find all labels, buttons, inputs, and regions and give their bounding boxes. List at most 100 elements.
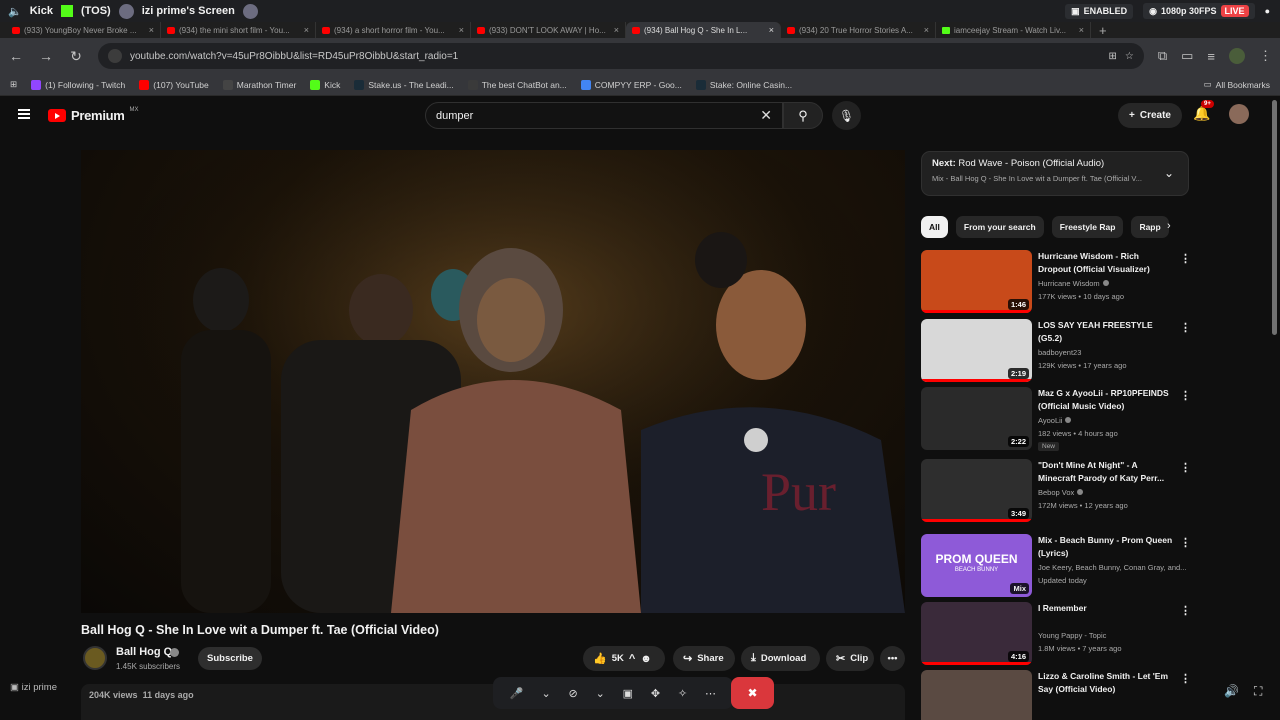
recommended-video[interactable]: 1:46 Hurricane Wisdom - Rich Dropout (Off… xyxy=(921,250,1191,314)
media-icon[interactable]: ≡ xyxy=(1207,49,1215,64)
search-input[interactable]: dumper ✕ xyxy=(425,102,783,129)
clear-search-icon[interactable]: ✕ xyxy=(760,107,772,124)
recommended-video[interactable]: 4:16 I Remember Young Pappy - Topic 1.8M vi… xyxy=(921,602,1191,666)
recommended-channel[interactable]: badboyent23 xyxy=(1038,348,1188,357)
bookmark-item[interactable]: Stake: Online Casin... xyxy=(695,79,792,90)
browser-tab[interactable]: (934) 20 True Horror Stories A... × xyxy=(781,22,936,38)
recommended-channel[interactable]: Hurricane Wisdom xyxy=(1038,279,1188,288)
chevron-right-icon[interactable]: › xyxy=(1167,220,1171,232)
bookmark-item[interactable]: Stake.us - The Leadi... xyxy=(354,79,454,90)
camera-off-icon[interactable]: ⊘ xyxy=(569,687,578,700)
more-options-icon[interactable]: ⋮ xyxy=(1180,672,1191,685)
more-options-icon[interactable]: ⋮ xyxy=(1180,604,1191,617)
bookmark-item[interactable]: Kick xyxy=(310,79,340,90)
filter-chip[interactable]: All xyxy=(921,216,948,238)
browser-tab[interactable]: (933) YoungBoy Never Broke ... × xyxy=(6,22,161,38)
chevron-down-icon[interactable]: ⌄ xyxy=(1164,166,1174,180)
back-icon[interactable]: ← xyxy=(8,48,24,64)
participants-icon[interactable]: ☻ xyxy=(640,653,652,665)
bookmark-item[interactable]: COMPYY ERP - Goo... xyxy=(580,79,682,90)
bookmark-item[interactable]: (1) Following - Twitch xyxy=(31,79,125,90)
share-screen-icon[interactable]: ▣ xyxy=(623,687,633,700)
recommended-channel[interactable]: Bebop Vox xyxy=(1038,488,1188,497)
video-thumbnail[interactable] xyxy=(921,670,1032,720)
search-button[interactable]: ⚲ xyxy=(783,102,823,129)
sidepanel-icon[interactable]: ▭ xyxy=(1181,48,1193,64)
recommended-video[interactable]: Lizzo & Caroline Smith - Let 'Em Say (Of… xyxy=(921,670,1191,720)
video-thumbnail[interactable]: PROM QUEEN BEACH BUNNY Mix xyxy=(921,534,1032,597)
scrollbar[interactable] xyxy=(1272,100,1277,335)
activities-icon[interactable]: ✥ xyxy=(651,687,660,700)
recommended-channel[interactable]: Joe Keery, Beach Bunny, Conan Gray, and.… xyxy=(1038,563,1188,572)
all-bookmarks[interactable]: ▭ All Bookmarks xyxy=(1204,79,1270,90)
recommended-video[interactable]: 3:49 "Don't Mine At Night" - A Minecraft … xyxy=(921,459,1191,523)
browser-tab[interactable]: (934) Ball Hog Q - She In L... × xyxy=(626,22,781,38)
up-next-card[interactable]: Next: Rod Wave - Poison (Official Audio)… xyxy=(921,151,1189,196)
recommended-video[interactable]: PROM QUEEN BEACH BUNNY Mix Mix - Beach Bunn… xyxy=(921,534,1191,598)
more-options-icon[interactable]: ⋮ xyxy=(1180,252,1191,265)
site-info-icon[interactable] xyxy=(108,49,122,63)
microphone-icon[interactable]: 🎤 xyxy=(510,687,524,700)
close-tab-icon[interactable]: × xyxy=(614,25,619,35)
quality-pill[interactable]: ◉ 1080p 30FPS LIVE xyxy=(1143,3,1255,19)
channel-avatar[interactable] xyxy=(83,646,107,670)
install-icon[interactable]: ⊞ xyxy=(1108,51,1116,62)
create-button[interactable]: + Create xyxy=(1118,103,1182,128)
enabled-pill[interactable]: ▣ ENABLED xyxy=(1065,3,1134,19)
user-avatar[interactable] xyxy=(1229,104,1249,124)
chat-icon[interactable]: ● xyxy=(1265,6,1270,16)
download-button[interactable]: ⤓ Download xyxy=(741,646,820,671)
clip-button[interactable]: ✂ Clip xyxy=(826,646,874,671)
url-field[interactable]: youtube.com/watch?v=45uPr8OibbU&list=RD4… xyxy=(98,43,1144,69)
youtube-logo[interactable]: Premium MX xyxy=(48,107,139,123)
browser-tab[interactable]: (933) DON'T LOOK AWAY | Ho... × xyxy=(471,22,626,38)
star-icon[interactable]: ☆ xyxy=(1125,51,1134,62)
fullscreen-icon[interactable]: ⛶ xyxy=(1254,684,1262,699)
more-options-icon[interactable]: ⋮ xyxy=(1180,321,1191,334)
profile-avatar[interactable] xyxy=(1229,48,1245,64)
more-actions-button[interactable]: ••• xyxy=(880,646,905,671)
filter-chip[interactable]: Freestyle Rap xyxy=(1051,216,1124,238)
video-thumbnail[interactable]: 1:46 xyxy=(921,250,1032,313)
hamburger-menu-icon[interactable] xyxy=(18,109,30,119)
share-button[interactable]: ↪ Share xyxy=(673,646,735,671)
browser-tab[interactable]: (934) the mini short film - You... × xyxy=(161,22,316,38)
volume-icon[interactable]: 🔈 xyxy=(8,5,22,18)
mic-options-icon[interactable]: ⌄ xyxy=(541,687,550,700)
more-options-icon[interactable]: ⋮ xyxy=(1180,461,1191,474)
menu-icon[interactable]: ⋮ xyxy=(1259,48,1272,64)
video-player[interactable]: Pur xyxy=(81,150,905,613)
recommended-channel[interactable]: Young Pappy - Topic xyxy=(1038,631,1188,640)
more-options-icon[interactable]: ⋮ xyxy=(1180,536,1191,549)
speaker-icon[interactable]: 🔊 xyxy=(1224,684,1239,698)
voice-search-button[interactable]: 🎙 xyxy=(832,101,861,130)
end-call-button[interactable]: ✖ xyxy=(731,677,774,709)
video-thumbnail[interactable]: 3:49 xyxy=(921,459,1032,522)
reload-icon[interactable]: ↻ xyxy=(68,48,84,65)
recommended-video[interactable]: 2:22 Maz G x AyooLii - RP10PFEINDS (Offic… xyxy=(921,387,1191,451)
bookmark-item[interactable]: (107) YouTube xyxy=(139,79,209,90)
more-options-icon[interactable]: ⋮ xyxy=(1180,389,1191,402)
filter-chip[interactable]: From your search xyxy=(955,216,1044,238)
browser-tab[interactable]: (934) a short horror film - You... × xyxy=(316,22,471,38)
recommended-video[interactable]: 2:19 LOS SAY YEAH FREESTYLE (G5.2) badboye… xyxy=(921,319,1191,383)
soundboard-icon[interactable]: ✧ xyxy=(678,687,687,700)
subscribe-button[interactable]: Subscribe xyxy=(198,647,262,670)
video-thumbnail[interactable]: 2:22 xyxy=(921,387,1032,450)
close-tab-icon[interactable]: × xyxy=(149,25,154,35)
extensions-icon[interactable]: ⧉ xyxy=(1158,48,1167,64)
apps-icon[interactable]: ⊞ xyxy=(10,79,17,90)
video-thumbnail[interactable]: 4:16 xyxy=(921,602,1032,665)
recommended-channel[interactable]: AyooLii xyxy=(1038,416,1188,425)
more-options-icon[interactable]: ⋯ xyxy=(705,687,716,700)
close-tab-icon[interactable]: × xyxy=(304,25,309,35)
close-tab-icon[interactable]: × xyxy=(924,25,929,35)
close-tab-icon[interactable]: × xyxy=(459,25,464,35)
new-tab-button[interactable]: + xyxy=(1091,23,1115,38)
camera-options-icon[interactable]: ⌄ xyxy=(596,687,605,700)
close-tab-icon[interactable]: × xyxy=(1079,25,1084,35)
browser-tab[interactable]: iamceejay Stream - Watch Liv... × xyxy=(936,22,1091,38)
forward-icon[interactable]: → xyxy=(38,48,54,64)
bookmark-item[interactable]: Marathon Timer xyxy=(222,79,296,90)
like-button[interactable]: 👍 5K ^ ☻ xyxy=(583,646,665,671)
